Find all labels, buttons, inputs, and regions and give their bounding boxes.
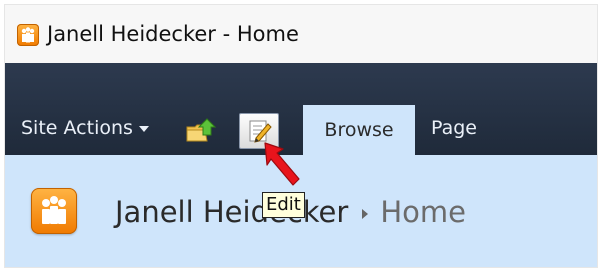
edit-tooltip: Edit: [262, 192, 305, 218]
window-title-bar: Janell Heidecker - Home: [5, 5, 597, 63]
site-logo-icon[interactable]: [31, 188, 77, 234]
tab-browse[interactable]: Browse: [303, 105, 415, 155]
site-actions-menu[interactable]: Site Actions: [21, 117, 149, 139]
breadcrumb-current-page: Home: [380, 195, 466, 229]
breadcrumb-separator-icon: [362, 209, 369, 219]
screenshot-frame: Janell Heidecker - Home Site Actions Bro…: [4, 4, 598, 268]
red-arrow-annotation-icon: [264, 142, 300, 186]
navigate-up-button[interactable]: [185, 117, 219, 145]
site-actions-label: Site Actions: [21, 117, 133, 139]
chevron-down-icon: [138, 125, 149, 132]
tab-page[interactable]: Page: [431, 117, 477, 139]
navigate-up-icon: [186, 118, 217, 142]
breadcrumb-site-link[interactable]: Janell Heidecker: [115, 195, 348, 229]
window-title: Janell Heidecker - Home: [47, 22, 299, 46]
sharepoint-site-icon: [17, 24, 39, 46]
